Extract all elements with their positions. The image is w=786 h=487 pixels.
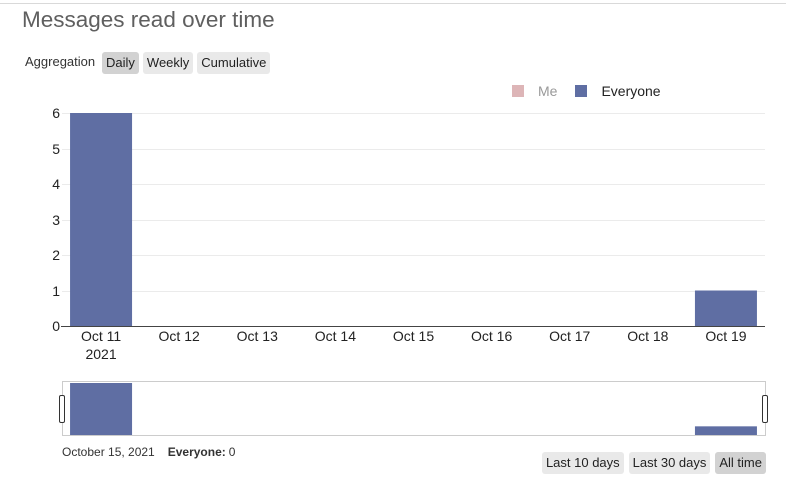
range-slider-bar-everyone-oct-19: [694, 426, 757, 435]
last-30-days-button[interactable]: Last 30 days: [628, 452, 711, 474]
x-tick-label: Oct 12: [159, 328, 200, 344]
bar-everyone-oct-19: [694, 290, 757, 326]
hover-readout: October 15, 2021 Everyone: 0: [62, 444, 235, 460]
x-tick-label: Oct 17: [549, 328, 590, 344]
legend-label-everyone: Everyone: [601, 83, 661, 99]
aggregation-cumulative-button[interactable]: Cumulative: [197, 52, 271, 74]
x-tick-label: Oct 11: [81, 328, 121, 344]
x-tick-label: Oct 16: [471, 328, 512, 344]
x-tick-label: Oct 15: [393, 328, 434, 344]
x-tick-label: Oct 19: [705, 328, 746, 344]
x-tick-label: Oct 18: [627, 328, 668, 344]
y-tick-label: 0: [52, 318, 60, 334]
aggregation-daily-button[interactable]: Daily: [102, 52, 139, 74]
legend-label-me: Me: [538, 83, 558, 99]
last-10-days-button[interactable]: Last 10 days: [541, 452, 624, 474]
all-time-button[interactable]: All time: [715, 452, 766, 474]
legend-swatch-everyone: [575, 85, 588, 97]
hover-series-label: Everyone:: [167, 445, 226, 459]
aggregation-label: Aggregation: [25, 54, 96, 69]
legend-item-me[interactable]: Me: [512, 83, 557, 99]
aggregation-weekly-button[interactable]: Weekly: [142, 52, 194, 74]
chart-axes: 0 1 2 3 4 5 6 Oct 11 Oct 12 Oct 13 Oct 14 Oct 15 Oct…: [52, 105, 765, 362]
y-tick-label: 4: [52, 176, 60, 192]
hover-value: 0: [228, 445, 236, 459]
x-tick-label: Oct 13: [237, 328, 278, 344]
y-tick-label: 6: [52, 105, 60, 121]
y-tick-label: 1: [52, 283, 60, 299]
y-tick-label: 3: [52, 212, 60, 228]
range-slider-right-handle[interactable]: [762, 395, 768, 423]
range-slider-track[interactable]: [62, 381, 766, 436]
chart-title: Messages read over time: [22, 7, 275, 32]
x-tick-label: Oct 14: [315, 328, 356, 344]
range-slider[interactable]: [59, 381, 768, 436]
time-range-button-group: Last 10 days Last 30 days All time: [541, 452, 766, 474]
legend-item-everyone[interactable]: Everyone: [575, 83, 661, 99]
chart-bars: [70, 113, 757, 326]
aggregation-button-group: Daily Weekly Cumulative: [102, 52, 271, 74]
chart-legend: Me Everyone: [512, 83, 661, 99]
messages-read-panel: 0 1 2 3 4 5 6 Oct 11 Oct 12 Oct 13 Oct 14 Oct 15 Oct…: [0, 0, 786, 487]
y-tick-label: 5: [52, 141, 60, 157]
x-tick-year-label: 2021: [85, 346, 116, 362]
chart-gridlines: [62, 113, 765, 292]
top-divider: [0, 3, 786, 4]
y-tick-label: 2: [52, 247, 60, 263]
range-slider-bar-everyone-oct-11: [70, 383, 133, 435]
range-slider-left-handle[interactable]: [59, 395, 65, 423]
hover-date: October 15, 2021: [62, 445, 155, 459]
bar-everyone-oct-11: [70, 113, 133, 326]
legend-swatch-me: [512, 85, 524, 97]
